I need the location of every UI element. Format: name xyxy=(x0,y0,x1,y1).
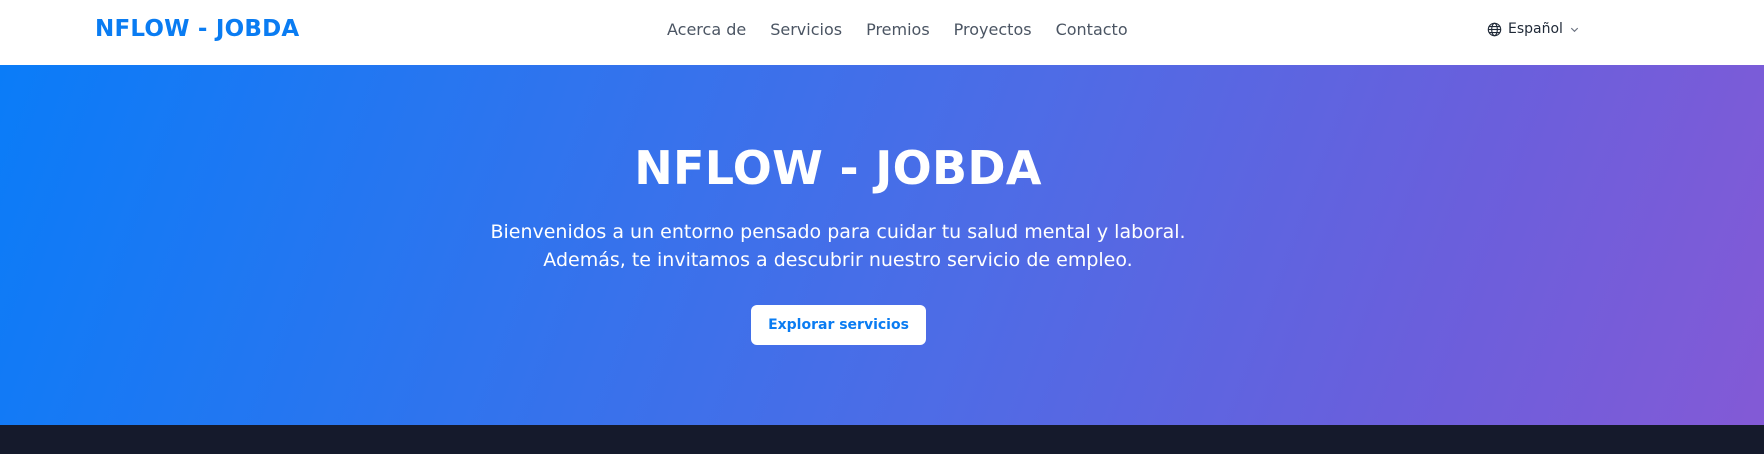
hero-section: NFLOW - JOBDA Bienvenidos a un entorno p… xyxy=(0,65,1764,425)
nav-link-services[interactable]: Servicios xyxy=(770,20,842,39)
nav-link-projects[interactable]: Proyectos xyxy=(954,20,1032,39)
hero-title: NFLOW - JOBDA xyxy=(634,141,1042,195)
nav-link-awards[interactable]: Premios xyxy=(866,20,930,39)
chevron-down-icon xyxy=(1569,24,1580,35)
main-nav: Acerca de Servicios Premios Proyectos Co… xyxy=(667,20,1152,39)
language-selector[interactable]: Español xyxy=(1487,21,1580,37)
hero-subtitle: Bienvenidos a un entorno pensado para cu… xyxy=(490,221,1186,271)
nav-link-contact[interactable]: Contacto xyxy=(1056,20,1128,39)
explore-services-button[interactable]: Explorar servicios xyxy=(751,305,926,345)
top-navbar: NFLOW - JOBDA Acerca de Servicios Premio… xyxy=(0,0,1764,65)
next-section-dark-band xyxy=(0,425,1764,454)
language-label: Español xyxy=(1508,21,1563,37)
brand-logo-link[interactable]: NFLOW - JOBDA xyxy=(95,16,299,42)
nav-link-about[interactable]: Acerca de xyxy=(667,20,746,39)
globe-icon xyxy=(1487,22,1502,37)
